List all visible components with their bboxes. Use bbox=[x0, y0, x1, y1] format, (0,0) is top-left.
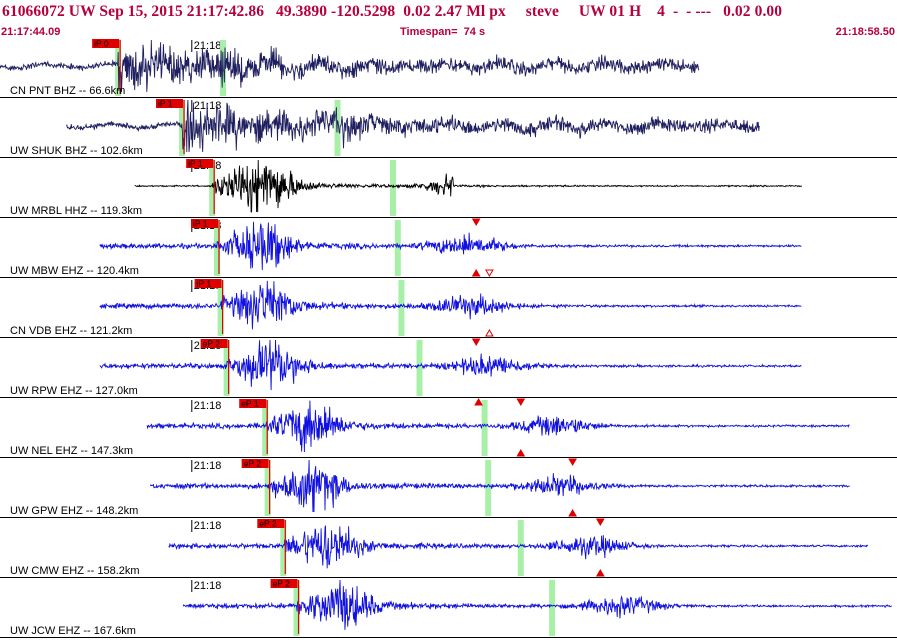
trace-9-s-window bbox=[517, 520, 524, 576]
trace-5-station-label: CN VDB EHZ -- 121.2km bbox=[10, 325, 132, 337]
trace-8-polarity-marker-2 bbox=[568, 509, 577, 517]
trace-8-pick-label: eP 2 bbox=[244, 459, 262, 469]
trace-2-station-label: UW SHUK BHZ -- 102.6km bbox=[10, 145, 143, 157]
trace-8-station-label: UW GPW EHZ -- 148.2km bbox=[10, 505, 138, 517]
trace-3-pick-label: iP 1 bbox=[188, 159, 203, 169]
trace-8-s-window bbox=[485, 460, 492, 516]
trace-10-minute-label: 21:18 bbox=[194, 580, 222, 592]
trace-5-polarity-marker-1 bbox=[485, 329, 494, 337]
trace-9-polarity-marker-1 bbox=[595, 518, 605, 526]
trace-1-station-label: CN PNT BHZ -- 66.6km bbox=[10, 85, 125, 97]
trace-6-polarity-marker-1 bbox=[471, 338, 481, 346]
trace-10-pick-label: eP 2 bbox=[273, 579, 291, 589]
trace-7-station-label: UW NEL EHZ -- 147.3km bbox=[10, 445, 133, 457]
trace-4-polarity-marker-3 bbox=[485, 269, 494, 277]
trace-4-polarity-marker-2 bbox=[471, 269, 481, 277]
trace-4-station-label: UW MBW EHZ -- 120.4km bbox=[10, 265, 139, 277]
start-time: 21:17:44.09 bbox=[1, 26, 61, 38]
trace-3-station-label: UW MRBL HHZ -- 119.3km bbox=[10, 205, 142, 217]
trace-5-pick-label: iP 1 bbox=[197, 279, 212, 289]
trace-4-pick-label: iP 1 bbox=[193, 219, 208, 229]
trace-2-pick-label: iP 1 bbox=[158, 99, 173, 109]
trace-7-polarity-marker-3 bbox=[516, 449, 526, 457]
timespan: Timespan= 74 s bbox=[400, 26, 486, 38]
trace-9-polarity-marker-2 bbox=[595, 569, 605, 577]
header-bar: 61066072 UW Sep 15, 2015 21:17:42.86 49.… bbox=[0, 0, 897, 26]
trace-9-pick-label: eP 2 bbox=[259, 519, 277, 529]
trace-1-pick-label: iP 0 bbox=[94, 39, 109, 49]
event-title: 61066072 UW Sep 15, 2015 21:17:42.86 49.… bbox=[2, 3, 783, 20]
trace-9-minute-label: 21:18 bbox=[194, 520, 222, 532]
trace-6-station-label: UW RPW EHZ -- 127.0km bbox=[10, 385, 138, 397]
trace-8-polarity-marker-1 bbox=[568, 458, 577, 466]
trace-7-pick-label: eP 1 bbox=[241, 399, 259, 409]
seismogram-plot[interactable]: 21:18 iP 0 CN PNT BHZ -- 66.6km 21:18 iP 1 UW… bbox=[0, 38, 897, 640]
trace-10-s-window bbox=[549, 580, 556, 636]
trace-10-station-label: UW JCW EHZ -- 167.6km bbox=[10, 625, 136, 637]
trace-6-s-window bbox=[416, 340, 423, 396]
trace-7-polarity-marker-2 bbox=[516, 398, 526, 406]
trace-7-polarity-marker-1 bbox=[474, 398, 483, 406]
trace-5-s-window bbox=[398, 280, 405, 336]
trace-8-minute-label: 21:18 bbox=[194, 460, 222, 472]
trace-9-station-label: UW CMW EHZ -- 158.2km bbox=[10, 565, 140, 577]
trace-3-waveform bbox=[134, 159, 802, 213]
trace-4-polarity-marker-1 bbox=[471, 218, 481, 226]
trace-7-s-window bbox=[481, 400, 488, 456]
end-time: 21:18:58.50 bbox=[835, 26, 895, 38]
trace-7-minute-label: 21:18 bbox=[194, 400, 222, 412]
trace-6-pick-label: eP 2 bbox=[203, 339, 221, 349]
